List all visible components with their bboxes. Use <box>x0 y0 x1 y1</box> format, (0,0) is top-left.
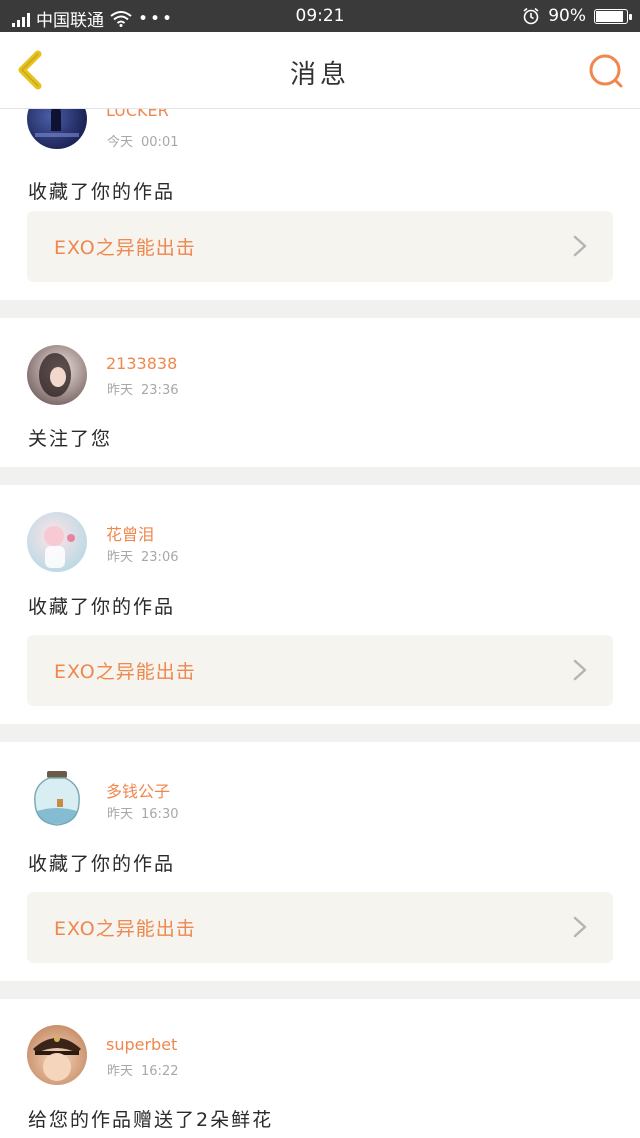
avatar[interactable] <box>27 109 87 149</box>
list-item: 花曾泪 昨天 23:06 收藏了你的作品 EXO之异能出击 <box>0 485 640 724</box>
notification-text: 收藏了你的作品 <box>28 596 176 618</box>
work-link[interactable]: EXO之异能出击 <box>27 635 613 706</box>
back-arrow-icon[interactable] <box>14 50 50 90</box>
chevron-right-icon <box>573 235 587 257</box>
user-name[interactable]: 花曾泪 <box>106 521 154 545</box>
timestamp: 昨天 16:30 <box>107 807 179 822</box>
alarm-icon <box>523 7 539 25</box>
avatar[interactable] <box>27 769 87 829</box>
notification-text: 收藏了你的作品 <box>28 181 176 203</box>
list-item: superbet 昨天 16:22 给您的作品赠送了2朵鲜花 <box>0 999 640 1138</box>
nav-bar: 消息 <box>0 32 640 109</box>
list-item: LUCKER 今天 00:01 收藏了你的作品 EXO之异能出击 <box>0 109 640 300</box>
user-name[interactable]: superbet <box>106 1035 177 1054</box>
timestamp: 昨天 16:22 <box>107 1064 179 1079</box>
notification-text: 关注了您 <box>28 428 113 450</box>
timestamp: 今天 00:01 <box>107 135 179 150</box>
message-list[interactable]: LUCKER 今天 00:01 收藏了你的作品 EXO之异能出击 2133838 … <box>0 109 640 1138</box>
chevron-right-icon <box>573 916 587 938</box>
battery-icon <box>594 8 632 24</box>
timestamp: 昨天 23:36 <box>107 383 179 398</box>
work-title: EXO之异能出击 <box>54 661 196 683</box>
work-link[interactable]: EXO之异能出击 <box>27 211 613 282</box>
battery-percent: 90% <box>548 6 586 26</box>
notification-text: 收藏了你的作品 <box>28 853 176 875</box>
work-title: EXO之异能出击 <box>54 918 196 940</box>
work-title: EXO之异能出击 <box>54 237 196 259</box>
chevron-right-icon <box>573 659 587 681</box>
avatar[interactable] <box>27 345 87 405</box>
work-link[interactable]: EXO之异能出击 <box>27 892 613 963</box>
user-name[interactable]: 2133838 <box>106 354 177 373</box>
avatar[interactable] <box>27 512 87 572</box>
timestamp: 昨天 23:06 <box>107 550 179 565</box>
page-title: 消息 <box>289 60 350 90</box>
status-bar: 中国联通 ••• 09:21 90% <box>0 0 640 32</box>
search-icon[interactable] <box>586 51 626 91</box>
list-item: 2133838 昨天 23:36 关注了您 <box>0 318 640 467</box>
avatar[interactable] <box>27 1025 87 1085</box>
notification-text: 给您的作品赠送了2朵鲜花 <box>28 1109 274 1131</box>
user-name[interactable]: 多钱公子 <box>106 778 170 802</box>
user-name[interactable]: LUCKER <box>106 109 169 120</box>
list-item: 多钱公子 昨天 16:30 收藏了你的作品 EXO之异能出击 <box>0 742 640 981</box>
